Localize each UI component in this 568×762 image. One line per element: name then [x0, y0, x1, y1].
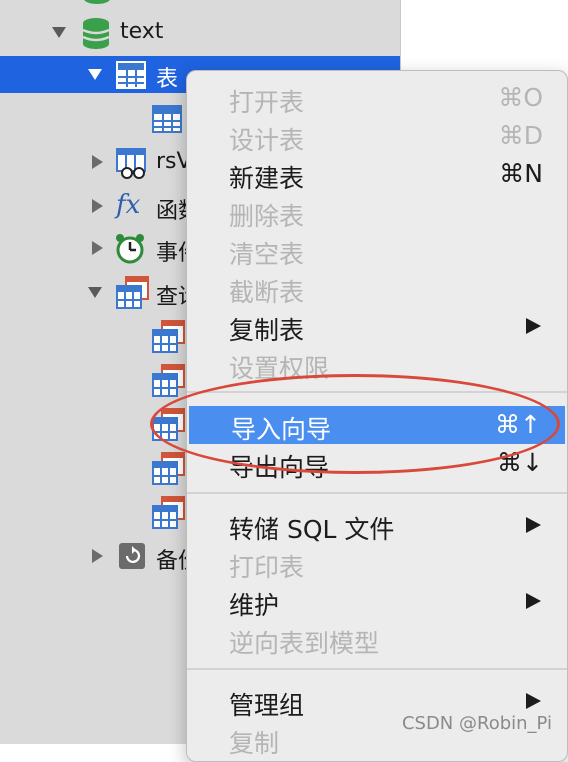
- menu-item-open-table[interactable]: 打开表 ⌘O: [187, 79, 567, 117]
- watermark: CSDN @Robin_Pi: [401, 713, 552, 734]
- database-label: text: [120, 19, 164, 44]
- menu-item-label: 导出向导: [229, 453, 330, 482]
- submenu-arrow-icon: [526, 517, 541, 533]
- menu-item-label: 打开表: [229, 88, 305, 117]
- database-icon: [82, 18, 110, 49]
- chevron-right-icon[interactable]: [92, 241, 103, 255]
- menu-item-print-table[interactable]: 打印表: [187, 544, 567, 582]
- tables-label: 表: [156, 67, 179, 92]
- menu-separator: [187, 668, 567, 670]
- menu-item-export-wizard[interactable]: 导出向导 ⌘↓: [187, 444, 567, 482]
- menu-item-shortcut: ⌘O: [498, 83, 543, 112]
- menu-item-dump-sql[interactable]: 转储 SQL 文件: [187, 506, 567, 544]
- menu-item-empty-table[interactable]: 清空表: [187, 231, 567, 269]
- menu-item-delete-table[interactable]: 删除表: [187, 193, 567, 231]
- query-icon: [152, 320, 185, 353]
- menu-item-label: 管理组: [229, 691, 305, 720]
- menu-separator: [187, 391, 567, 393]
- backup-icon: [119, 543, 145, 569]
- menu-separator: [187, 492, 567, 494]
- chevron-right-icon[interactable]: [92, 549, 103, 563]
- menu-item-shortcut: ⌘↑: [495, 410, 541, 439]
- menu-item-label: 复制表: [229, 316, 305, 345]
- chevron-down-icon[interactable]: [88, 287, 102, 298]
- menu-item-reverse-to-model[interactable]: 逆向表到模型: [187, 620, 567, 658]
- menu-item-shortcut: ⌘D: [498, 121, 543, 150]
- menu-item-maintain[interactable]: 维护: [187, 582, 567, 620]
- submenu-arrow-icon: [526, 318, 541, 334]
- menu-item-label: 清空表: [229, 240, 305, 269]
- menu-item-label: 新建表: [229, 164, 305, 193]
- menu-item-new-table[interactable]: 新建表 ⌘N: [187, 155, 567, 193]
- menu-item-design-table[interactable]: 设计表 ⌘D: [187, 117, 567, 155]
- menu-item-label: 设置权限: [229, 354, 330, 383]
- menu-item-import-wizard[interactable]: 导入向导 ⌘↑: [189, 406, 565, 444]
- menu-item-label: 逆向表到模型: [229, 629, 380, 658]
- menu-item-set-permissions[interactable]: 设置权限: [187, 345, 567, 383]
- chevron-right-icon[interactable]: [92, 199, 103, 213]
- menu-item-label: 维护: [229, 591, 280, 620]
- menu-item-truncate-table[interactable]: 截断表: [187, 269, 567, 307]
- tree-row-database[interactable]: text: [0, 14, 400, 51]
- menu-item-copy-table[interactable]: 复制表: [187, 307, 567, 345]
- chevron-right-icon[interactable]: [92, 155, 103, 169]
- menu-item-shortcut: ⌘↓: [497, 448, 543, 477]
- query-icon: [152, 408, 185, 441]
- menu-item-label: 导入向导: [231, 415, 332, 444]
- menu-item-label: 复制: [229, 729, 280, 758]
- database-icon: [84, 0, 110, 4]
- submenu-arrow-icon: [526, 693, 541, 709]
- menu-item-shortcut: ⌘N: [499, 159, 543, 188]
- menu-item-label: 转储 SQL 文件: [229, 515, 395, 544]
- alarm-clock-icon: [116, 234, 144, 264]
- function-icon: fx: [116, 190, 141, 220]
- query-icon: [152, 364, 185, 397]
- chevron-down-icon[interactable]: [88, 69, 102, 80]
- query-icon: [116, 276, 149, 309]
- submenu-arrow-icon: [526, 593, 541, 609]
- query-icon: [152, 496, 185, 529]
- chevron-down-icon[interactable]: [52, 27, 66, 38]
- query-icon: [152, 452, 185, 485]
- view-icon: [116, 148, 146, 179]
- menu-item-label: 截断表: [229, 278, 305, 307]
- context-menu: 打开表 ⌘O 设计表 ⌘D 新建表 ⌘N 删除表 清空表 截断表 复制表 设置权…: [186, 70, 568, 762]
- table-icon: [152, 105, 182, 133]
- table-icon: [116, 61, 146, 89]
- menu-item-label: 打印表: [229, 553, 305, 582]
- menu-item-label: 删除表: [229, 202, 305, 231]
- menu-item-label: 设计表: [229, 126, 305, 155]
